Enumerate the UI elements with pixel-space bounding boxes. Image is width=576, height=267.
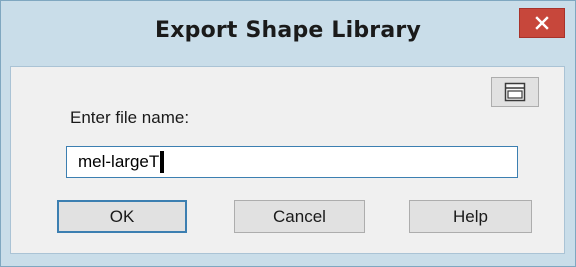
browse-button[interactable]: [491, 77, 539, 107]
folder-browse-icon: [504, 82, 526, 102]
ok-button[interactable]: OK: [57, 200, 187, 233]
cancel-button[interactable]: Cancel: [234, 200, 365, 233]
close-button[interactable]: [519, 8, 565, 38]
file-name-value: mel-largeT: [78, 152, 160, 171]
file-name-input[interactable]: mel-largeT: [66, 146, 518, 178]
help-button[interactable]: Help: [409, 200, 532, 233]
text-caret: [160, 151, 165, 173]
dialog-content: Enter file name: mel-largeT OK Cancel He…: [10, 66, 565, 254]
title-bar[interactable]: Export Shape Library: [2, 2, 574, 66]
file-name-label: Enter file name:: [70, 108, 190, 127]
dialog-title: Export Shape Library: [155, 18, 421, 43]
close-icon: [535, 16, 549, 30]
export-shape-library-dialog: Export Shape Library Enter file name: me…: [0, 0, 576, 267]
